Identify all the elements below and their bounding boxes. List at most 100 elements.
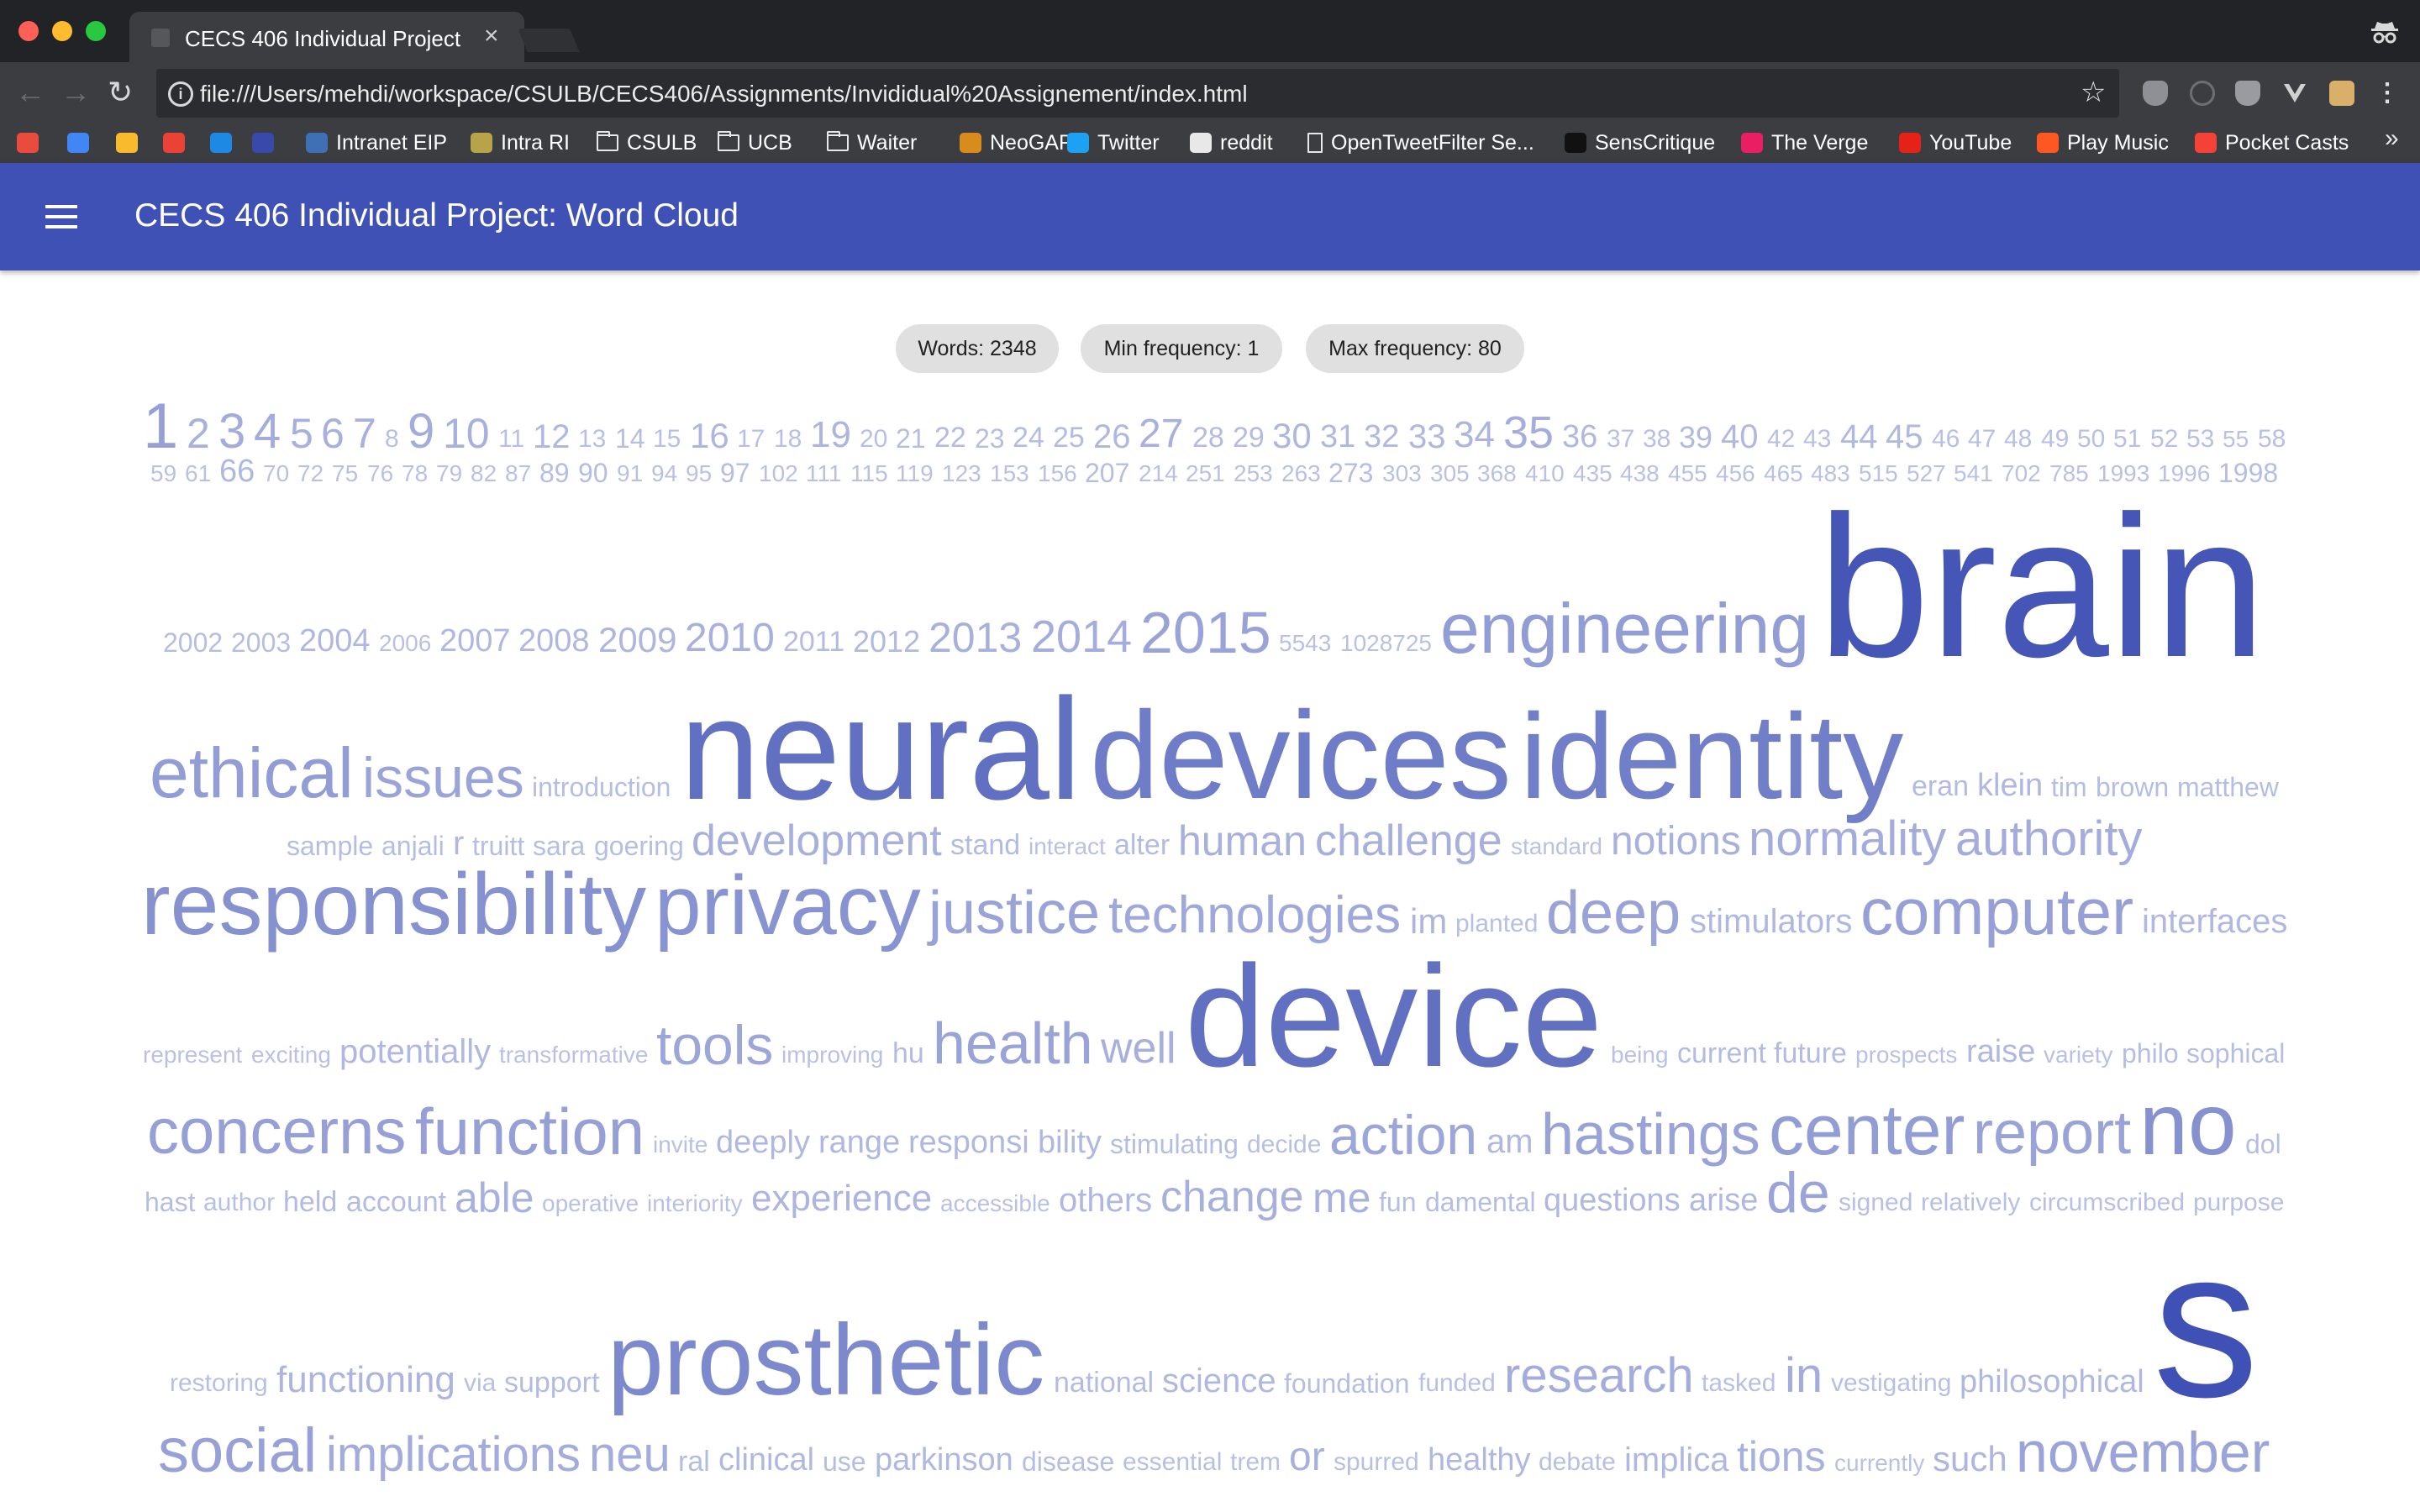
senscritique-icon [1565,133,1586,153]
cloud-word: 91 [617,460,644,486]
cloud-word: 72 [297,460,324,486]
cloud-word: eran [1912,770,1970,802]
vue-devtools-icon[interactable] [2282,81,2307,106]
cloud-word: 55 [2223,426,2249,452]
bookmark-gmail[interactable] [17,128,39,158]
bookmark-twitter[interactable]: Twitter [1067,128,1160,158]
cloud-word: notions [1611,819,1741,864]
tab-active[interactable]: CECS 406 Individual Project × [129,12,524,62]
bookmark-waiter[interactable]: Waiter [827,128,917,158]
cloud-word: debate [1539,1448,1616,1476]
maximize-window-button[interactable] [86,21,106,41]
back-button[interactable]: ← [15,77,45,108]
cloud-word: 27 [1139,412,1184,456]
bookmark-reddit[interactable]: reddit [1190,128,1273,158]
cloud-word: 30 [1272,416,1312,455]
bookmark-photos[interactable] [163,128,185,158]
cloud-word: 34 [1454,414,1495,455]
ublock-extension-icon[interactable] [2143,81,2168,106]
cloud-word: essential [1123,1448,1223,1476]
face-extension-icon[interactable] [2329,81,2354,106]
cloud-word: 15 [653,425,681,453]
cloud-word: foundation [1284,1368,1410,1399]
bookmark-ucb[interactable]: UCB [718,128,792,158]
bookmark-neogaf[interactable]: NeoGAF [960,128,1071,158]
cloud-word: 39 [1679,420,1713,454]
address-bar[interactable]: i file:///Users/mehdi/workspace/CSULB/CE… [156,69,2119,118]
bookmark-calendar[interactable] [67,128,89,158]
cloud-word: 19 [810,414,851,455]
app-bar: CECS 406 Individual Project: Word Cloud [0,163,2420,270]
cloud-word: devices [1090,686,1512,825]
cloud-word: bility [1038,1125,1102,1160]
bookmark-the-verge[interactable]: The Verge [1741,128,1868,158]
bookmark-play-music[interactable]: Play Music [2037,128,2169,158]
cloud-word: relatively [1921,1189,2021,1216]
cloud-word: 32 [1364,419,1400,454]
cloud-word: brown [2096,772,2170,802]
bookmark-pocket-casts[interactable]: Pocket Casts [2195,128,2349,158]
bookmark-opentweetfilter-se[interactable]: OpenTweetFilter Se... [1307,128,1534,158]
cloud-word: device [1185,936,1603,1097]
close-window-button[interactable] [18,21,39,41]
bookmarks-bar: Intranet EIP Intra RI CSULB UCB Waiter NeoGAF… [0,124,2420,163]
cloud-word: 22 [934,422,966,454]
minimize-window-button[interactable] [52,21,72,41]
cloud-word: 44 [1840,418,1878,455]
max-frequency-chip: Max frequency: 80 [1306,324,1524,373]
cloud-word: 368 [1477,460,1517,486]
bookmark-mail[interactable] [210,128,232,158]
cloud-word: 17 [737,425,765,453]
cloud-word: 2002 [163,627,224,658]
info-icon[interactable]: i [168,81,193,107]
bookmark-intra-ri[interactable]: Intra RI [471,128,570,158]
reload-button[interactable]: ↻ [108,77,133,108]
bookmark-epitech[interactable] [252,128,274,158]
cloud-word: implications [326,1427,581,1482]
pocket-extension-icon[interactable] [2235,81,2260,106]
extension-circle-icon[interactable] [2190,81,2215,106]
cloud-word: 21 [896,423,926,454]
bookmark-label: Intranet EIP [336,130,448,155]
bookmark-star-icon[interactable]: ☆ [2081,76,2106,109]
cloud-word: 50 [2077,425,2106,453]
cloud-word: philo [2122,1038,2179,1068]
cloud-word: 25 [1053,422,1085,454]
cloud-word: 2013 [929,614,1023,661]
tab-close-button[interactable]: × [484,22,499,50]
cloud-word: 78 [402,460,429,486]
cloud-word: hast [145,1187,196,1217]
cloud-word: 48 [2004,425,2033,453]
cloud-word: 11 [498,425,525,453]
cloud-word: 2007 [439,623,511,659]
cloud-word: represent [143,1042,243,1068]
bookmark-csulb[interactable]: CSULB [597,128,697,158]
bookmark-senscritique[interactable]: SensCritique [1565,128,1715,158]
new-tab-button[interactable] [518,29,580,52]
url-text[interactable]: file:///Users/mehdi/workspace/CSULB/CECS… [200,81,1248,108]
cloud-word: interact [1028,833,1106,859]
cloud-word: justice [929,879,1101,947]
bookmark-intranet-eip[interactable]: Intranet EIP [306,128,447,158]
bookmark-label: YouTube [1929,130,2012,155]
cloud-word: 3 [218,404,246,459]
hamburger-menu-icon[interactable] [45,205,77,228]
bookmarks-overflow-button[interactable]: » [2385,124,2399,153]
cloud-word: health [933,1011,1093,1076]
menu-kebab-icon[interactable]: ⋮ [2375,81,2400,106]
cloud-word: 2014 [1031,612,1133,662]
cloud-word: responsibility [141,856,647,953]
cloud-word: 82 [471,460,497,486]
bookmark-label: UCB [748,130,792,155]
cloud-word: ethical [150,733,354,812]
incognito-icon [2371,22,2398,44]
cloud-word: deep [1546,879,1681,947]
forward-button[interactable]: → [60,77,91,108]
cloud-word: 26 [1093,418,1131,455]
bookmark-youtube[interactable]: YouTube [1899,128,2012,158]
cloud-word: 465 [1764,460,1803,486]
bookmark-keep[interactable] [116,128,138,158]
page-favicon-icon [151,29,170,47]
cloud-word: 90 [578,458,608,488]
cloud-word: dol [2245,1129,2281,1159]
